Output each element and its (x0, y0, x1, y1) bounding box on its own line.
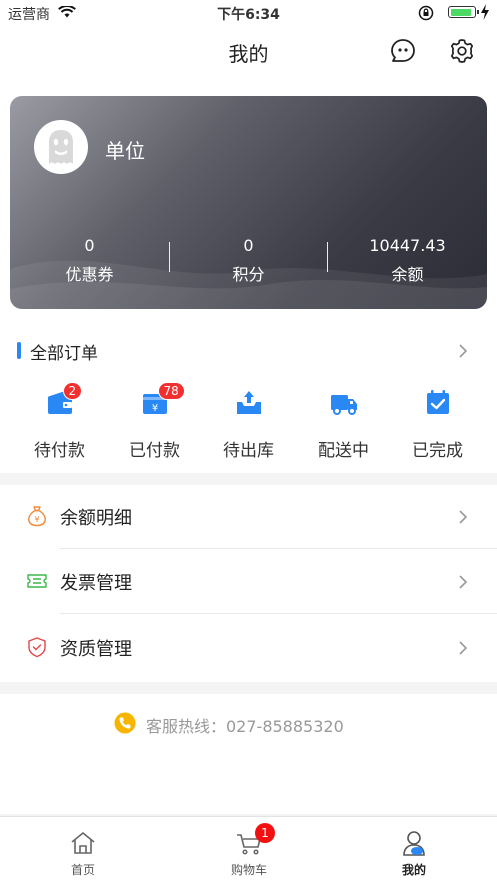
chevron-right-icon (459, 575, 468, 589)
coupon-count: 0 (84, 236, 95, 255)
calendar-check-icon (423, 388, 453, 418)
rotation-lock-icon (418, 5, 434, 21)
order-completed[interactable]: 已完成 (388, 388, 487, 461)
wallet-icon: 2 (45, 382, 83, 418)
settings-gear-icon[interactable] (448, 37, 476, 65)
message-icon[interactable] (390, 38, 416, 64)
nav-bar: 我的 (0, 26, 497, 78)
points-count: 0 (243, 236, 254, 255)
battery-icon (448, 6, 479, 18)
chevron-right-icon (459, 641, 468, 655)
svg-text:¥: ¥ (34, 515, 39, 524)
qualification-management-row[interactable]: 资质管理 (0, 616, 497, 680)
outbound-box-icon (234, 388, 264, 418)
paid-label: 已付款 (129, 441, 180, 461)
tab-home[interactable]: 首页 (0, 817, 166, 878)
ghost-avatar-icon (49, 130, 73, 164)
user-name[interactable]: 单位 (105, 135, 145, 164)
tab-profile-label: 我的 (401, 863, 426, 877)
row-divider (60, 548, 497, 549)
account-card: 单位 0 优惠券 0 积分 10447.43 余额 (10, 96, 487, 309)
profile-icon (403, 831, 425, 856)
invoice-management-row[interactable]: 发票管理 (0, 550, 497, 614)
home-icon (71, 832, 95, 854)
charging-bolt-icon (481, 4, 489, 20)
status-bar: 运营商 下午6:34 (0, 0, 497, 26)
all-orders-header[interactable]: 全部订单 (0, 336, 497, 366)
coupon-stat[interactable]: 0 优惠券 (10, 236, 169, 285)
in-delivery-label: 配送中 (318, 441, 369, 461)
cart-icon: 1 (235, 823, 275, 857)
delivery-truck-icon (329, 388, 359, 418)
customer-service-hotline[interactable]: 客服热线：027-85885320 (0, 696, 497, 752)
tab-bar: 首页 1 购物车 我的 (0, 816, 497, 884)
money-bag-icon: ¥ (28, 506, 46, 527)
order-pending-payment[interactable]: 2 待付款 (10, 382, 109, 461)
phone-icon (114, 712, 136, 734)
awaiting-shipment-label: 待出库 (223, 441, 274, 461)
all-orders-title: 全部订单 (30, 344, 98, 364)
hotline-text: 客服热线：027-85885320 (146, 717, 344, 736)
row-divider (60, 613, 497, 614)
order-awaiting-shipment[interactable]: 待出库 (199, 388, 298, 461)
coupon-label: 优惠券 (65, 265, 114, 284)
balance-amount: 10447.43 (369, 236, 446, 255)
completed-label: 已完成 (412, 441, 463, 461)
chevron-right-icon (459, 510, 468, 524)
tab-home-label: 首页 (70, 863, 95, 877)
points-label: 积分 (232, 265, 265, 284)
paid-badge: 78 (157, 382, 185, 400)
order-in-delivery[interactable]: 配送中 (294, 388, 393, 461)
paid-card-icon: ¥ 78 (140, 382, 185, 418)
tab-cart-label: 购物车 (230, 863, 267, 877)
svg-text:¥: ¥ (151, 403, 157, 414)
pending-payment-badge: 2 (62, 382, 83, 400)
avatar[interactable] (34, 120, 88, 174)
points-stat[interactable]: 0 积分 (169, 236, 328, 285)
page-title: 我的 (228, 42, 269, 66)
chevron-right-icon (459, 344, 468, 358)
qualification-management-label: 资质管理 (60, 639, 132, 660)
balance-stat[interactable]: 10447.43 余额 (328, 236, 487, 285)
tab-profile[interactable]: 我的 (331, 817, 497, 878)
balance-detail-row[interactable]: ¥ 余额明细 (0, 485, 497, 549)
cart-count-badge: 1 (255, 823, 275, 843)
tab-cart[interactable]: 1 购物车 (166, 817, 332, 878)
balance-detail-label: 余额明细 (60, 508, 132, 529)
shield-icon (28, 637, 46, 658)
order-paid[interactable]: ¥ 78 已付款 (105, 382, 204, 461)
profile-page: 单位 0 优惠券 0 积分 10447.43 余额 全部订单 2 待付款 ¥ 7… (0, 78, 497, 814)
section-separator (0, 473, 497, 485)
section-separator (0, 682, 497, 694)
invoice-management-label: 发票管理 (60, 573, 132, 594)
ticket-icon (27, 574, 47, 588)
balance-label: 余额 (391, 265, 424, 284)
section-accent-bar (17, 342, 21, 359)
pending-payment-label: 待付款 (34, 441, 85, 461)
